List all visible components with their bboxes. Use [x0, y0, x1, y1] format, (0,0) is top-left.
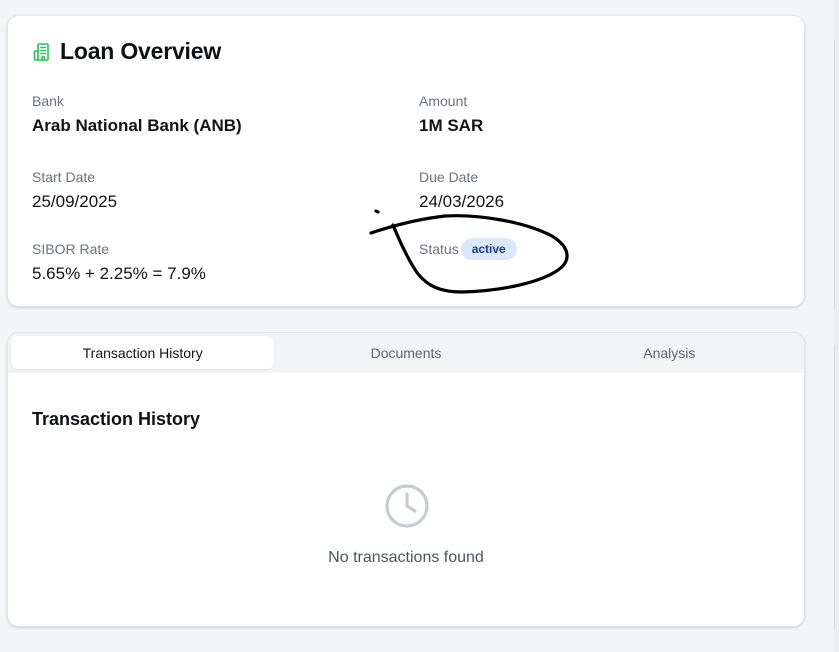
loan-overview-card: Loan Overview Bank Arab National Bank (A…: [7, 15, 805, 307]
due-date-field: Due Date 24/03/2026: [419, 168, 504, 213]
building-icon: [33, 42, 49, 61]
start-date-value: 25/09/2025: [32, 192, 118, 211]
sibor-rate-label: SIBOR Rate: [32, 241, 110, 257]
transactions-card: Transaction History Documents Analysis T…: [7, 332, 805, 627]
card-title: Loan Overview: [60, 38, 222, 64]
empty-state-text: No transactions found: [328, 549, 484, 566]
bank-value: Arab National Bank (ANB): [32, 116, 242, 135]
status-badge: active: [460, 238, 517, 260]
tab-documents[interactable]: Documents: [274, 336, 537, 369]
status-label: Status: [419, 241, 459, 257]
amount-field: Amount 1M SAR: [419, 92, 483, 137]
bank-label: Bank: [32, 93, 64, 109]
card-header: Loan Overview: [32, 38, 221, 65]
section-title: Transaction History: [32, 409, 201, 429]
tab-transaction-history[interactable]: Transaction History: [11, 336, 275, 369]
due-date-value: 24/03/2026: [419, 192, 505, 211]
status-field: Status active: [419, 237, 517, 261]
start-date-label: Start Date: [32, 169, 96, 185]
amount-label: Amount: [419, 93, 468, 109]
tab-analysis[interactable]: Analysis: [538, 336, 801, 369]
sibor-rate-value: 5.65% + 2.25% = 7.9%: [32, 264, 206, 283]
clock-icon: [385, 484, 429, 528]
due-date-label: Due Date: [419, 169, 479, 185]
bank-field: Bank Arab National Bank (ANB): [32, 92, 242, 137]
start-date-field: Start Date 25/09/2025: [32, 168, 117, 213]
tab-bar: Transaction History Documents Analysis: [8, 333, 804, 373]
sibor-rate-field: SIBOR Rate 5.65% + 2.25% = 7.9%: [32, 240, 206, 285]
amount-value: 1M SAR: [419, 116, 484, 135]
adjacent-panel-border: [834, 40, 835, 310]
adjacent-panel-border-lower: [834, 345, 835, 630]
